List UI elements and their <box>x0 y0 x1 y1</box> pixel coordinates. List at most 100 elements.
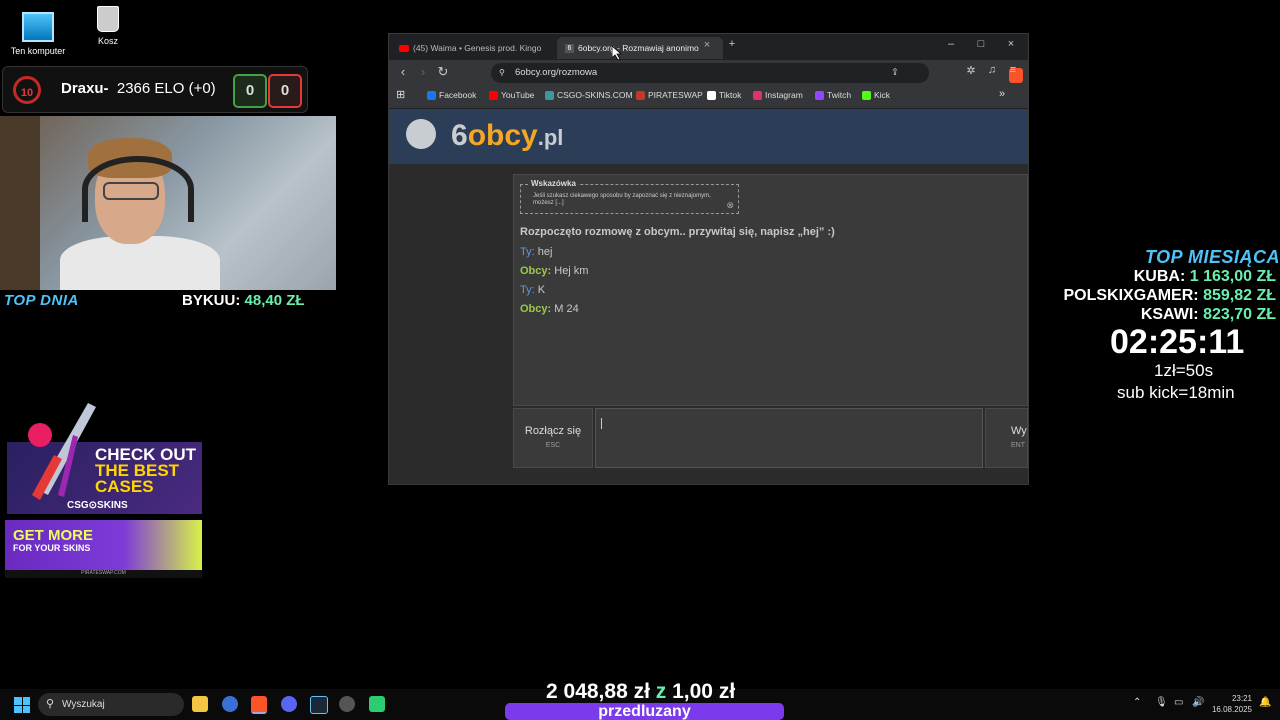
close-window-icon[interactable]: × <box>1001 38 1021 50</box>
bookmark-facebook[interactable]: Facebook <box>427 90 476 101</box>
settings-icon[interactable] <box>339 696 355 712</box>
maximize-icon[interactable]: □ <box>971 38 991 50</box>
knife-icon <box>28 403 96 500</box>
disconnect-button[interactable]: Rozłącz się ESC <box>513 408 593 468</box>
desktop-icon-recycle-bin[interactable]: Kosz <box>73 6 143 46</box>
brave-browser-icon[interactable] <box>251 696 267 714</box>
close-tab-icon[interactable]: × <box>697 39 717 51</box>
recycle-bin-icon <box>97 6 119 32</box>
webcam-shirt <box>60 236 220 290</box>
ad-title: CHECK OUT THE BEST CASES <box>95 445 197 496</box>
network-icon[interactable]: ▭ <box>1174 697 1183 708</box>
microphone-icon[interactable]: 🎙 <box>1155 697 1168 708</box>
ad-title: GET MORE FOR YOUR SKINS <box>13 527 94 553</box>
chat-message: Obcy: M 24 <box>520 303 579 315</box>
chat-message: Ty: hej <box>520 246 553 258</box>
bookmark-kick[interactable]: Kick <box>862 90 890 101</box>
top-dnia-label: TOP DNIA <box>4 292 79 309</box>
tiktok-icon <box>707 91 716 101</box>
tab-youtube[interactable]: (45) Waima • Genesis prod. Kingo <box>399 37 549 59</box>
computer-icon <box>22 12 54 42</box>
bookmark-youtube[interactable]: YouTube <box>489 90 534 101</box>
sub-kick-rate: sub kick=18min <box>1117 383 1235 402</box>
bookmark-instagram[interactable]: Instagram <box>753 90 803 101</box>
youtube-icon <box>489 91 498 101</box>
wins-count: 0 <box>233 74 267 108</box>
top-miesiaca-entry: KSAWI: 823,70 ZŁ <box>1140 306 1276 323</box>
desktop-icon-label: Kosz <box>97 36 118 46</box>
chat-log: Wskazówka Jeśli szukasz ciekawego sposob… <box>513 174 1028 406</box>
address-bar[interactable]: ⚲ 6obcy.org/rozmowa ⇪ <box>491 63 1023 83</box>
elo-widget: 10 Draxu- 2366 ELO (+0) 0 0 <box>2 66 308 113</box>
extensions-icon[interactable]: ✲ <box>962 64 980 77</box>
volume-icon[interactable]: 🔊 <box>1192 697 1204 708</box>
top-miesiaca-title: TOP MIESIĄCA <box>1145 247 1280 267</box>
search-icon: ⚲ <box>46 698 55 710</box>
app-icon[interactable] <box>369 696 385 712</box>
bookmark-twitch[interactable]: Twitch <box>815 90 851 101</box>
chat-message: Obcy: Hej km <box>520 265 589 277</box>
hint-box: Wskazówka Jeśli szukasz ciekawego sposob… <box>520 179 739 214</box>
hint-text: Jeśli szukasz ciekawego sposobu by zapoz… <box>533 193 711 206</box>
dismiss-hint-icon[interactable]: ⊗ <box>726 200 734 211</box>
menu-icon[interactable]: ≡ <box>1004 64 1022 76</box>
site-logo[interactable]: 6obcy.pl <box>451 119 563 153</box>
donation-total: 2 048,88 zł z 1,00 zł <box>546 680 736 703</box>
csgo-skins-icon <box>545 91 554 101</box>
desktop-icon-label: Ten komputer <box>10 46 66 56</box>
pirateswap-ad: GET MORE FOR YOUR SKINS <box>5 520 202 570</box>
message-input[interactable] <box>595 408 983 468</box>
pirateswap-icon <box>636 91 645 101</box>
more-bookmarks-icon[interactable]: » <box>999 88 1005 100</box>
share-icon[interactable]: ⇪ <box>891 63 899 83</box>
forward-icon[interactable]: › <box>414 64 432 79</box>
facebook-icon <box>427 91 436 101</box>
chat-message: Ty: K <box>520 284 546 296</box>
donation-rate: 1zł=50s <box>1154 361 1214 380</box>
file-explorer-icon[interactable] <box>192 696 208 712</box>
youtube-icon <box>399 45 409 53</box>
site-settings-icon[interactable]: ⚲ <box>499 63 505 83</box>
webcam-door <box>0 116 40 290</box>
extended-status-bar: przedluzany <box>505 703 784 720</box>
kick-icon <box>862 91 871 101</box>
top-miesiaca-entry: KUBA: 1 163,00 ZŁ <box>1133 268 1276 285</box>
minimize-icon[interactable]: – <box>941 38 961 50</box>
bookmark-pirateswap[interactable]: PIRATESWAP <box>636 90 703 101</box>
reload-icon[interactable]: ↻ <box>434 64 452 80</box>
hint-title: Wskazówka <box>529 179 578 188</box>
site-header: 6obcy.pl <box>389 109 1028 164</box>
app-icon[interactable] <box>222 696 238 712</box>
back-icon[interactable]: ‹ <box>394 64 412 79</box>
instagram-icon <box>753 91 762 101</box>
new-tab-icon[interactable]: + <box>722 38 742 50</box>
webcam-feed <box>0 116 336 290</box>
browser-toolbar: ‹ › ↻ ⚲ 6obcy.org/rozmowa ⇪ ✲ ♫ ≡ <box>389 60 1028 86</box>
top-dnia-entry: BYKUU: 48,40 ZŁ <box>182 292 305 309</box>
send-button[interactable]: Wy ENT <box>985 408 1028 468</box>
top-miesiaca-entry: POLSKIXGAMER: 859,82 ZŁ <box>1063 287 1276 304</box>
url-text: 6obcy.org/rozmowa <box>515 67 598 78</box>
system-message: Rozpoczęto rozmowę z obcym.. przywitaj s… <box>520 226 835 238</box>
tray-chevron-up-icon[interactable]: ⌃ <box>1133 697 1141 708</box>
browser-window: (45) Waima • Genesis prod. Kingo 6 6obcy.… <box>388 33 1029 485</box>
bookmark-tiktok[interactable]: Tiktok <box>707 90 741 101</box>
taskbar-search[interactable]: ⚲ Wyszukaj <box>38 693 184 716</box>
chat-bubble-icon <box>406 119 436 149</box>
media-icon[interactable]: ♫ <box>983 64 1001 76</box>
taskbar-clock[interactable]: 23:21 16.08.2025 <box>1212 693 1252 715</box>
bookmark-csgo-skins[interactable]: CSGO-SKINS.COM <box>545 90 633 101</box>
player-name: Draxu- 2366 ELO (+0) <box>61 80 216 97</box>
discord-icon[interactable] <box>281 696 297 712</box>
desktop-icon-this-pc[interactable]: Ten komputer <box>3 12 73 56</box>
subathon-timer: 02:25:11 <box>1110 323 1245 361</box>
text-caret <box>601 418 602 429</box>
losses-count: 0 <box>268 74 302 108</box>
steam-icon[interactable] <box>310 696 328 714</box>
tab-bar: (45) Waima • Genesis prod. Kingo 6 6obcy.… <box>389 34 1028 60</box>
windows-start-icon[interactable] <box>14 697 30 713</box>
ad-footer: PIRATESWAP.COM <box>5 570 202 578</box>
twitch-icon <box>815 91 824 101</box>
notifications-icon[interactable]: 🔔 <box>1259 697 1271 708</box>
apps-grid-icon[interactable]: ⊞ <box>396 88 405 101</box>
